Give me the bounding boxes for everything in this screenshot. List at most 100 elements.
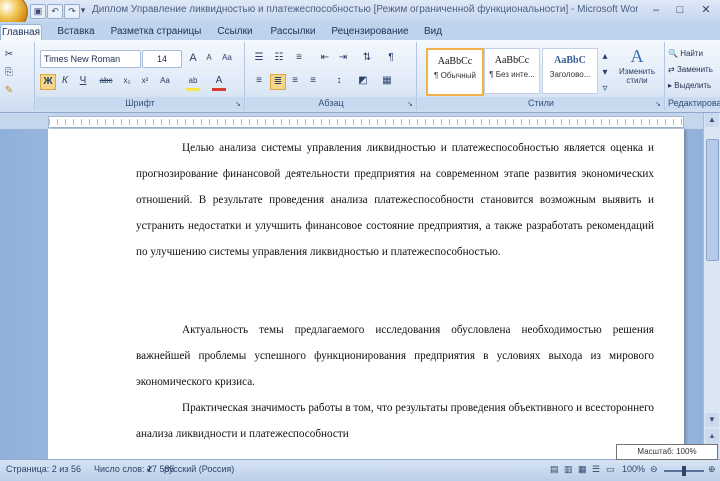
styles-scroll-down-icon[interactable]: ▾ — [600, 66, 610, 80]
find-label: Найти — [680, 49, 704, 58]
numbering-icon[interactable]: ☷ — [272, 51, 286, 65]
status-bar: Страница: 2 из 56 Число слов: 17 585 ✔ р… — [0, 459, 720, 481]
style-name: Заголово... — [549, 70, 591, 79]
clear-formatting-icon[interactable]: Aa — [220, 51, 234, 65]
font-dialog-launcher-icon[interactable]: ↘ — [235, 101, 242, 108]
ribbon: ✂ ⎘ ✎ Times New Roman 14 A A Aa Ж К Ч ab… — [0, 40, 720, 113]
qat-more-icon[interactable]: ▾ — [78, 4, 88, 17]
styles-dialog-launcher-icon[interactable]: ↘ — [655, 101, 662, 108]
undo-icon[interactable]: ↶ — [47, 4, 63, 19]
view-print-layout-icon[interactable]: ▤ — [550, 464, 559, 475]
scroll-up-icon[interactable]: ▲ — [705, 113, 719, 127]
grow-font-icon[interactable]: A — [186, 51, 200, 65]
prev-page-icon[interactable]: ▴ — [705, 429, 719, 443]
editing-group: 🔍 Найти ⇄ Заменить ▸ Выделить Редактиров… — [666, 42, 720, 110]
paragraph-dialog-launcher-icon[interactable]: ↘ — [407, 101, 414, 108]
tab-review[interactable]: Рецензирование — [326, 24, 414, 40]
font-group-label: Шрифт — [36, 97, 244, 109]
ruler — [0, 113, 720, 129]
paragraph[interactable]: Целью анализа системы управления ликвидн… — [136, 135, 654, 265]
strikethrough-icon[interactable]: abc — [96, 74, 116, 88]
select-button[interactable]: ▸ Выделить — [668, 78, 720, 94]
ruler-ticks — [49, 119, 683, 125]
tab-mailings[interactable]: Рассылки — [264, 24, 322, 40]
zoom-in-icon[interactable]: ⊕ — [708, 464, 716, 475]
paragraph[interactable]: Практическая значимость работы в том, чт… — [136, 395, 654, 447]
align-justify-icon[interactable]: ≣ — [270, 74, 286, 90]
zoom-out-icon[interactable]: ⊖ — [650, 464, 658, 475]
show-marks-icon[interactable]: ¶ — [384, 51, 398, 65]
zoom-tooltip: Масштаб: 100% — [616, 444, 718, 460]
styles-group: AaBbCc ¶ Обычный AaBbCc ¶ Без инте... Aa… — [418, 42, 665, 110]
tab-references[interactable]: Ссылки — [210, 24, 260, 40]
ruler-track[interactable] — [48, 116, 684, 128]
bold-icon[interactable]: Ж — [40, 74, 56, 90]
tab-insert[interactable]: Вставка — [48, 24, 104, 40]
tab-view[interactable]: Вид — [418, 24, 448, 40]
copy-icon[interactable]: ⎘ — [2, 66, 16, 80]
language-indicator[interactable]: русский (Россия) — [164, 464, 234, 474]
maximize-button[interactable]: □ — [668, 2, 692, 18]
bullets-icon[interactable]: ☰ — [252, 51, 266, 65]
font-size-select[interactable]: 14 — [142, 50, 182, 68]
subscript-icon[interactable]: x₂ — [120, 74, 134, 88]
replace-button[interactable]: ⇄ Заменить — [668, 62, 720, 78]
cut-icon[interactable]: ✂ — [2, 48, 16, 62]
tab-home[interactable]: Главная — [0, 24, 42, 41]
align-left-icon[interactable]: ≡ — [252, 74, 266, 88]
page-indicator[interactable]: Страница: 2 из 56 — [6, 464, 81, 474]
style-name: ¶ Без инте... — [489, 70, 535, 79]
font-color-icon[interactable]: A — [212, 74, 226, 91]
editing-group-label: Редактирование — [666, 97, 720, 109]
shading-icon[interactable]: ◩ — [356, 74, 370, 88]
styles-group-label: Стили — [418, 97, 664, 109]
font-group: Times New Roman 14 A A Aa Ж К Ч abc x₂ x… — [36, 42, 245, 110]
style-preview: AaBbCc — [494, 55, 530, 66]
paragraph[interactable]: Актуальность темы предлагаемого исследов… — [136, 317, 654, 395]
minimize-button[interactable]: – — [644, 2, 668, 18]
style-no-spacing[interactable]: AaBbCc ¶ Без инте... — [484, 48, 540, 94]
italic-icon[interactable]: К — [58, 74, 72, 88]
close-button[interactable]: ✕ — [694, 2, 718, 18]
superscript-icon[interactable]: x² — [138, 74, 152, 88]
view-outline-icon[interactable]: ☰ — [592, 464, 600, 475]
styles-scroll-up-icon[interactable]: ▴ — [600, 50, 610, 64]
change-styles-icon: A — [630, 46, 644, 66]
change-styles-button[interactable]: A Изменить стили — [614, 46, 660, 94]
style-heading-1[interactable]: AaBbC Заголово... — [542, 48, 598, 94]
zoom-slider-thumb[interactable] — [682, 466, 686, 476]
scroll-thumb[interactable] — [706, 139, 719, 261]
scroll-down-icon[interactable]: ▼ — [705, 413, 719, 427]
shrink-font-icon[interactable]: A — [202, 51, 216, 65]
sort-icon[interactable]: ⇅ — [360, 51, 374, 65]
underline-icon[interactable]: Ч — [76, 74, 90, 88]
word-count[interactable]: Число слов: 17 585 — [94, 464, 175, 474]
window-title: Диплом Управление ликвидностью и платеже… — [92, 4, 638, 15]
format-painter-icon[interactable]: ✎ — [2, 84, 16, 98]
tab-page-layout[interactable]: Разметка страницы — [108, 24, 204, 40]
line-spacing-icon[interactable]: ↕ — [332, 74, 346, 88]
find-button[interactable]: 🔍 Найти — [668, 46, 720, 62]
style-normal[interactable]: AaBbCc ¶ Обычный — [426, 48, 484, 96]
align-right-icon[interactable]: ≡ — [306, 74, 320, 88]
document-page[interactable]: Целью анализа системы управления ликвидн… — [48, 129, 684, 459]
view-full-screen-icon[interactable]: ▥ — [564, 464, 573, 475]
title-bar: ▣ ↶ ↷ ▾ Диплом Управление ликвидностью и… — [0, 0, 720, 30]
highlight-icon[interactable]: ab — [186, 74, 200, 91]
increase-indent-icon[interactable]: ⇥ — [336, 51, 350, 65]
vertical-scrollbar[interactable]: ▲ ▼ ▴ ▾ — [703, 113, 720, 459]
zoom-level[interactable]: 100% — [622, 464, 645, 474]
decrease-indent-icon[interactable]: ⇤ — [318, 51, 332, 65]
borders-icon[interactable]: ▦ — [380, 74, 394, 88]
style-preview: AaBbC — [554, 55, 586, 66]
multilevel-list-icon[interactable]: ≡ — [292, 51, 306, 65]
styles-more-icon[interactable]: ▿ — [600, 82, 610, 96]
ribbon-tabs: Главная Вставка Разметка страницы Ссылки… — [0, 22, 720, 41]
view-web-icon[interactable]: ▦ — [578, 464, 587, 475]
view-draft-icon[interactable]: ▭ — [606, 464, 615, 475]
change-case-icon[interactable]: Aa — [158, 74, 172, 88]
proofing-icon[interactable]: ✔ — [146, 464, 154, 475]
save-icon[interactable]: ▣ — [30, 4, 46, 19]
align-center-icon[interactable]: ≡ — [288, 74, 302, 88]
font-name-select[interactable]: Times New Roman — [40, 50, 141, 68]
